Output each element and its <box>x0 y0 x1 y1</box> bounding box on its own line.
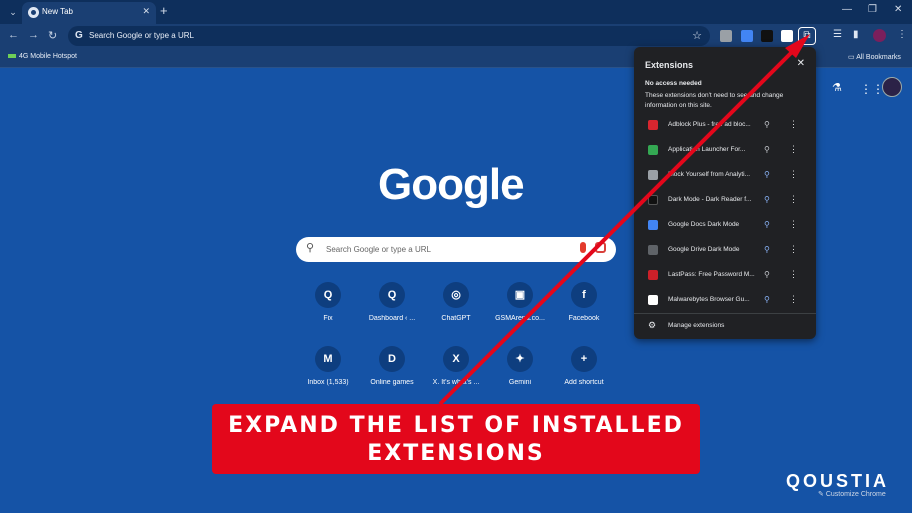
watermark-logo: QOUSTIA <box>786 471 890 491</box>
callout-line-1: EXPAND THE LIST OF INSTALLED <box>228 413 684 438</box>
callout-text: EXPAND THE LIST OF INSTALLED EXTENSIONS <box>212 412 700 468</box>
callout-line-2: EXTENSIONS <box>367 441 545 466</box>
instruction-callout: EXPAND THE LIST OF INSTALLED EXTENSIONS <box>212 404 700 474</box>
arrow-line <box>438 42 802 406</box>
customize-chrome-button[interactable]: ✎ Customize Chrome <box>818 490 886 498</box>
